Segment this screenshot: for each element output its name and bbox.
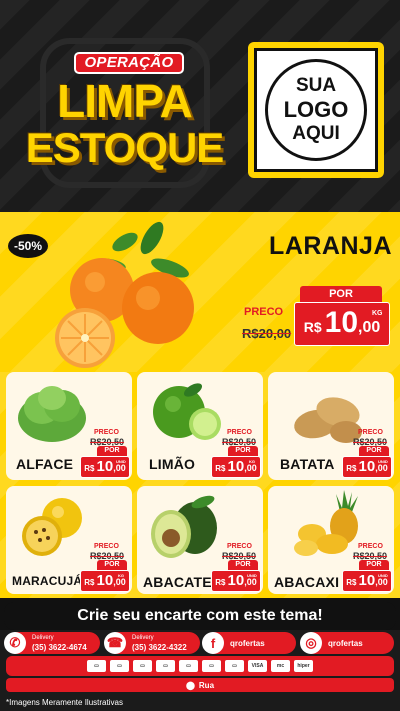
contact-value: qrofertas xyxy=(328,638,363,648)
por-label: POR xyxy=(359,446,389,456)
hero-price-int: 10 xyxy=(324,306,359,339)
unit: UNID xyxy=(378,573,388,578)
product-name: LIMÃO xyxy=(149,456,196,472)
payment-methods: ▭ ▭ ▭ ▭ ▭ ▭ ▭ VISA mc hiper xyxy=(6,656,394,676)
contact-phone[interactable]: ☎ Delivery (35) 3622-4322 xyxy=(104,632,200,654)
address-text: Rua xyxy=(198,680,215,690)
price-dec: ,00 xyxy=(375,463,388,473)
payment-card-icon: ▭ xyxy=(87,660,106,672)
hero-unit: KG xyxy=(372,310,383,317)
product-name: BATATA xyxy=(280,456,335,472)
payment-card-icon: ▭ xyxy=(179,660,198,672)
por-label: POR xyxy=(228,560,258,570)
product-name: MARACUJÁ xyxy=(12,574,83,588)
contact-instagram[interactable]: ◎ qrofertas xyxy=(300,632,394,654)
hero-currency: R$ xyxy=(303,319,322,335)
price-dec: ,00 xyxy=(113,577,126,587)
orange-image xyxy=(55,221,194,368)
logo-text-3: AQUI xyxy=(292,123,340,144)
facebook-icon: f xyxy=(202,632,224,654)
hero-price-tag: R$ 10 ,00 xyxy=(294,302,390,346)
currency: R$ xyxy=(84,578,95,587)
por-label: POR xyxy=(359,560,389,570)
title-badge: OPERAÇÃO xyxy=(74,52,184,74)
whatsapp-icon: ✆ xyxy=(4,632,26,654)
phone-icon: ☎ xyxy=(104,632,126,654)
location-pin-icon: ⬤ xyxy=(185,680,195,690)
logo-placeholder: SUA LOGO AQUI xyxy=(248,42,384,178)
contact-facebook[interactable]: f qrofertas xyxy=(202,632,296,654)
title-line-1: LIMPA xyxy=(57,75,193,127)
contact-label: Delivery xyxy=(32,635,54,641)
currency: R$ xyxy=(84,464,95,473)
unit: KG xyxy=(249,459,255,464)
contact-value: (35) 3622-4674 xyxy=(32,643,87,652)
currency: R$ xyxy=(346,464,357,473)
product-name: ABACAXI xyxy=(274,574,340,590)
price-int: 10 xyxy=(358,572,376,589)
preco-label: PRECO xyxy=(358,543,383,550)
header-banner: OPERAÇÃO LIMPA ESTOQUE SUA LOGO AQUI xyxy=(0,0,400,212)
address-bar: ⬤ Rua xyxy=(6,678,394,692)
unit: UNID xyxy=(378,459,388,464)
payment-card-icon: ▭ xyxy=(225,660,244,672)
price-int: 10 xyxy=(96,458,114,475)
price-dec: ,00 xyxy=(244,577,257,587)
logo-circle: SUA LOGO AQUI xyxy=(265,59,367,161)
payment-card-icon: ▭ xyxy=(156,660,175,672)
unit: KG xyxy=(118,573,124,578)
unit: UNID xyxy=(247,573,257,578)
contact-label: Delivery xyxy=(132,635,154,641)
mastercard-icon: mc xyxy=(271,660,290,672)
contact-value: qrofertas xyxy=(230,638,265,648)
hero-old-price: R$20,00 xyxy=(242,326,292,341)
contact-whatsapp[interactable]: ✆ Delivery (35) 3622-4674 xyxy=(4,632,100,654)
payment-card-icon: ▭ xyxy=(202,660,221,672)
por-label: POR xyxy=(228,446,258,456)
instagram-icon: ◎ xyxy=(300,632,322,654)
hipercard-icon: hiper xyxy=(294,660,313,672)
hero-price-dec: ,00 xyxy=(358,319,381,336)
preco-label: PRECO xyxy=(358,429,383,436)
visa-icon: VISA xyxy=(248,660,267,672)
price-int: 10 xyxy=(227,458,245,475)
passion-fruit-image xyxy=(22,498,82,556)
price-dec: ,00 xyxy=(375,577,388,587)
hero-por-label: POR xyxy=(300,286,382,302)
payment-card-icon: ▭ xyxy=(110,660,129,672)
contact-value: (35) 3622-4322 xyxy=(132,643,187,652)
logo-text-2: LOGO xyxy=(283,97,349,122)
avocado-image xyxy=(151,495,217,558)
title-block: OPERAÇÃO LIMPA ESTOQUE xyxy=(12,28,237,198)
price-int: 10 xyxy=(227,572,245,589)
currency: R$ xyxy=(346,578,357,587)
price-dec: ,00 xyxy=(113,463,126,473)
preco-label: PRECO xyxy=(227,543,252,550)
price-dec: ,00 xyxy=(244,463,257,473)
product-name: ALFACE xyxy=(16,456,74,472)
por-label: POR xyxy=(97,560,127,570)
lime-image xyxy=(153,383,221,440)
currency: R$ xyxy=(215,578,226,587)
currency: R$ xyxy=(215,464,226,473)
product-name: ABACATE xyxy=(143,574,212,590)
preco-label: PRECO xyxy=(227,429,252,436)
por-label: POR xyxy=(97,446,127,456)
preco-label: PRECO xyxy=(94,429,119,436)
title-line-2: ESTOQUE xyxy=(25,124,225,171)
lettuce-image xyxy=(18,386,86,442)
logo-text-1: SUA xyxy=(295,75,337,96)
hero-product-name: LARANJA xyxy=(269,232,392,260)
preco-label: PRECO xyxy=(94,543,119,550)
unit: UNID xyxy=(116,459,126,464)
disclaimer: *Imagens Meramente Ilustrativas xyxy=(6,698,123,707)
discount-badge: -50% xyxy=(8,234,48,258)
hero-preco-label: PRECO xyxy=(244,306,284,318)
payment-card-icon: ▭ xyxy=(133,660,152,672)
price-int: 10 xyxy=(358,458,376,475)
price-int: 10 xyxy=(96,572,114,589)
cta-banner[interactable]: Crie seu encarte com este tema! xyxy=(4,602,396,630)
pineapple-image xyxy=(294,490,358,556)
